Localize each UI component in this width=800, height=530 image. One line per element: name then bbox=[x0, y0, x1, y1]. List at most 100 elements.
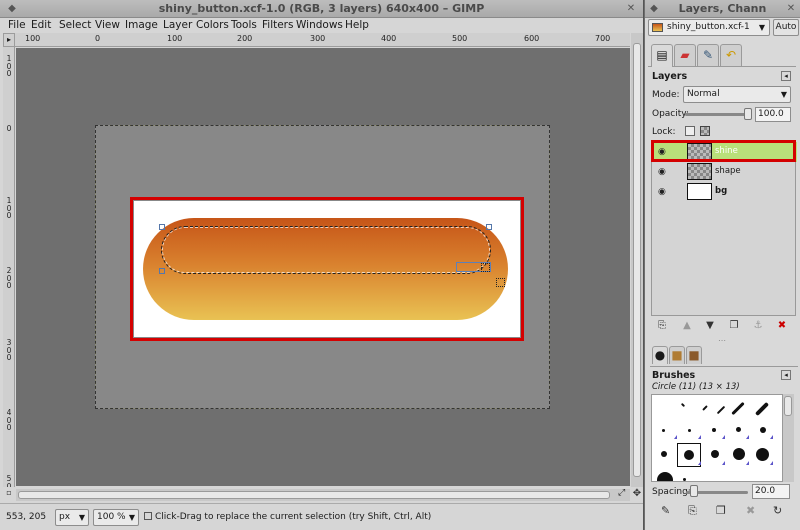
tab-paths[interactable]: ✎ bbox=[697, 44, 719, 66]
tab-patterns[interactable]: ■ bbox=[669, 346, 685, 364]
brush-item[interactable] bbox=[684, 450, 694, 460]
horizontal-scrollbar[interactable] bbox=[16, 489, 630, 501]
opacity-value: 100.0 bbox=[758, 109, 784, 119]
brush-scroll-thumb[interactable] bbox=[784, 396, 792, 416]
opacity-slider-thumb[interactable] bbox=[744, 108, 752, 120]
brush-item[interactable] bbox=[731, 401, 745, 416]
mode-select[interactable]: Normal ▼ bbox=[683, 86, 791, 103]
brush-item[interactable] bbox=[716, 405, 726, 415]
menu-windows[interactable]: Windows bbox=[296, 19, 343, 31]
delete-brush-icon[interactable]: ✖ bbox=[746, 504, 755, 517]
status-tool-icon bbox=[144, 512, 152, 520]
menu-help[interactable]: Help bbox=[345, 19, 369, 31]
horizontal-ruler[interactable]: 100 0 100 200 300 400 500 600 700 bbox=[15, 33, 630, 47]
quick-mask-toggle-icon[interactable]: ▫ bbox=[3, 488, 15, 502]
lock-alpha-checkbox[interactable] bbox=[700, 126, 710, 136]
brush-item[interactable] bbox=[733, 448, 745, 460]
menu-view[interactable]: View bbox=[95, 19, 120, 31]
brush-item[interactable] bbox=[683, 478, 686, 481]
menu-tools[interactable]: Tools bbox=[231, 19, 257, 31]
refresh-brushes-icon[interactable]: ↻ bbox=[773, 504, 782, 517]
visibility-eye-icon[interactable]: ◉ bbox=[658, 187, 666, 197]
brush-item[interactable] bbox=[657, 472, 673, 481]
tab-channels[interactable]: ▰ bbox=[674, 44, 696, 66]
brush-grid-scrollbar[interactable] bbox=[783, 394, 794, 482]
resize-corner-icon[interactable] bbox=[481, 263, 490, 272]
tab-brushes[interactable]: ● bbox=[652, 346, 668, 364]
image-select[interactable]: shiny_button.xcf-1 ▼ bbox=[648, 19, 770, 36]
new-layer-icon[interactable]: ⎘ bbox=[655, 320, 669, 332]
vertical-ruler[interactable]: 1 0 0 0 1 0 0 2 0 0 3 0 0 4 0 0 5 0 0 bbox=[3, 47, 15, 487]
opacity-field[interactable]: 100.0 bbox=[755, 107, 791, 122]
horizontal-scroll-thumb[interactable] bbox=[18, 491, 610, 499]
window-menu-icon[interactable]: ◆ bbox=[648, 3, 660, 15]
opacity-label: Opacity: bbox=[652, 109, 689, 119]
panel-menu-icon[interactable]: ◂ bbox=[781, 370, 791, 380]
auto-button[interactable]: Auto bbox=[773, 19, 799, 36]
lock-pixels-checkbox[interactable] bbox=[685, 126, 695, 136]
zoom-value: 100 % bbox=[97, 512, 126, 522]
unit-select[interactable]: px ▼ bbox=[55, 509, 89, 526]
brush-item[interactable] bbox=[702, 405, 708, 411]
brush-item[interactable] bbox=[712, 428, 716, 432]
duplicate-brush-icon[interactable]: ❐ bbox=[716, 504, 726, 517]
selection-handle-top-left[interactable] bbox=[159, 224, 165, 230]
close-icon[interactable]: ✕ bbox=[625, 3, 637, 15]
menu-select[interactable]: Select bbox=[59, 19, 91, 31]
menu-filters[interactable]: Filters bbox=[262, 19, 293, 31]
tab-gradients[interactable]: ■ bbox=[686, 346, 702, 364]
layer-row-shape[interactable]: ◉ shape bbox=[652, 162, 797, 182]
ellipse-selection[interactable] bbox=[161, 226, 491, 274]
panel-menu-icon[interactable]: ◂ bbox=[781, 71, 791, 81]
menu-edit[interactable]: Edit bbox=[31, 19, 51, 31]
selection-handle-top-right[interactable] bbox=[486, 224, 492, 230]
brush-item bbox=[698, 435, 701, 439]
zoom-select[interactable]: 100 % ▼ bbox=[93, 509, 139, 526]
layer-row-bg[interactable]: ◉ bg bbox=[652, 182, 797, 202]
opacity-slider[interactable] bbox=[685, 113, 750, 116]
menu-image[interactable]: Image bbox=[125, 19, 158, 31]
navigate-icon[interactable]: ✥ bbox=[631, 488, 643, 502]
edit-brush-icon[interactable]: ✎ bbox=[661, 504, 670, 517]
brush-item[interactable] bbox=[736, 427, 741, 432]
vertical-scrollbar[interactable] bbox=[631, 33, 643, 487]
quick-mask-menu-button[interactable]: ▸ bbox=[3, 33, 15, 47]
brush-item[interactable] bbox=[662, 429, 665, 432]
pane-separator[interactable]: ⋯ bbox=[718, 336, 726, 345]
brush-item[interactable] bbox=[661, 451, 667, 457]
brush-item[interactable] bbox=[760, 427, 766, 433]
spacing-field[interactable]: 20.0 bbox=[752, 484, 790, 499]
visibility-eye-icon[interactable]: ◉ bbox=[658, 167, 666, 177]
menu-layer[interactable]: Layer bbox=[163, 19, 192, 31]
brush-item[interactable] bbox=[688, 429, 691, 432]
zoom-fit-icon[interactable]: ⤢ bbox=[618, 488, 625, 498]
brush-grid[interactable] bbox=[651, 394, 783, 482]
brush-item[interactable] bbox=[756, 448, 769, 461]
ruler-label: 600 bbox=[524, 34, 540, 43]
brush-item[interactable] bbox=[754, 401, 770, 417]
close-icon[interactable]: ✕ bbox=[785, 3, 797, 15]
new-brush-icon[interactable]: ⎘ bbox=[688, 504, 697, 518]
duplicate-layer-icon[interactable]: ❐ bbox=[727, 320, 741, 332]
anchor-layer-icon[interactable]: ⚓ bbox=[751, 320, 765, 332]
tab-layers[interactable]: ▤ bbox=[651, 44, 673, 67]
image-window-titlebar[interactable]: ◆ shiny_button.xcf-1.0 (RGB, 3 layers) 6… bbox=[0, 0, 643, 18]
spacing-slider-thumb[interactable] bbox=[690, 485, 698, 497]
menu-colors[interactable]: Colors bbox=[196, 19, 229, 31]
window-menu-icon[interactable]: ◆ bbox=[6, 3, 18, 15]
brush-item[interactable] bbox=[680, 402, 686, 408]
brush-item bbox=[674, 435, 677, 439]
vertical-scroll-thumb[interactable] bbox=[633, 43, 641, 477]
lower-layer-icon[interactable]: ▼ bbox=[703, 320, 717, 332]
tab-undo[interactable]: ↶ bbox=[720, 44, 742, 66]
raise-layer-icon[interactable]: ▲ bbox=[680, 320, 694, 332]
dock-titlebar[interactable]: ◆ Layers, Chann ✕ bbox=[645, 0, 800, 18]
selection-handle-bottom-left[interactable] bbox=[159, 268, 165, 274]
brush-item[interactable] bbox=[711, 450, 719, 458]
menu-file[interactable]: File bbox=[8, 19, 26, 31]
brush-name: Circle (11) (13 × 13) bbox=[652, 382, 740, 392]
lock-label: Lock: bbox=[652, 127, 676, 137]
brush-item bbox=[698, 461, 701, 465]
layers-list[interactable]: ◉ shine ◉ shape ◉ bg bbox=[651, 140, 797, 316]
delete-layer-icon[interactable]: ✖ bbox=[775, 320, 789, 332]
